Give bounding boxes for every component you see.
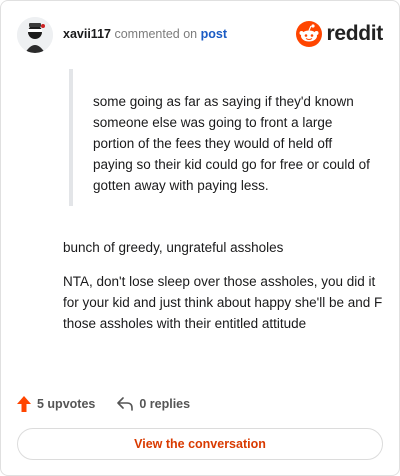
reply-arrow-icon [117, 397, 134, 411]
byline: xavii117 commented on post [63, 27, 227, 41]
reddit-logo[interactable]: reddit [296, 19, 383, 49]
comment-card: xavii117 commented on post reddit some g… [0, 0, 400, 476]
avatar[interactable] [17, 17, 53, 53]
comment-paragraph: bunch of greedy, ungrateful assholes [63, 240, 284, 255]
logo-text: reddit [326, 22, 383, 45]
post-link[interactable]: post [201, 27, 227, 41]
upvote-stat[interactable]: 5 upvotes [17, 396, 95, 412]
comment-paragraph: NTA, don't lose sleep over those asshole… [63, 274, 383, 331]
username[interactable]: xavii117 [63, 27, 111, 41]
action-text: commented on [114, 27, 198, 41]
upvote-arrow-icon [17, 396, 31, 412]
reply-count: 0 replies [139, 397, 191, 411]
avatar-image [17, 17, 53, 53]
view-conversation-button[interactable]: View the conversation [17, 428, 383, 460]
comment-footer: 5 upvotes 0 replies [17, 393, 212, 415]
reddit-logo-icon [296, 21, 323, 47]
reply-stat[interactable]: 0 replies [117, 397, 190, 411]
upvote-count: 5 upvotes [37, 397, 96, 411]
comment-header: xavii117 commented on post reddit [17, 17, 383, 53]
blockquote: some going as far as saying if they'd kn… [69, 69, 375, 206]
